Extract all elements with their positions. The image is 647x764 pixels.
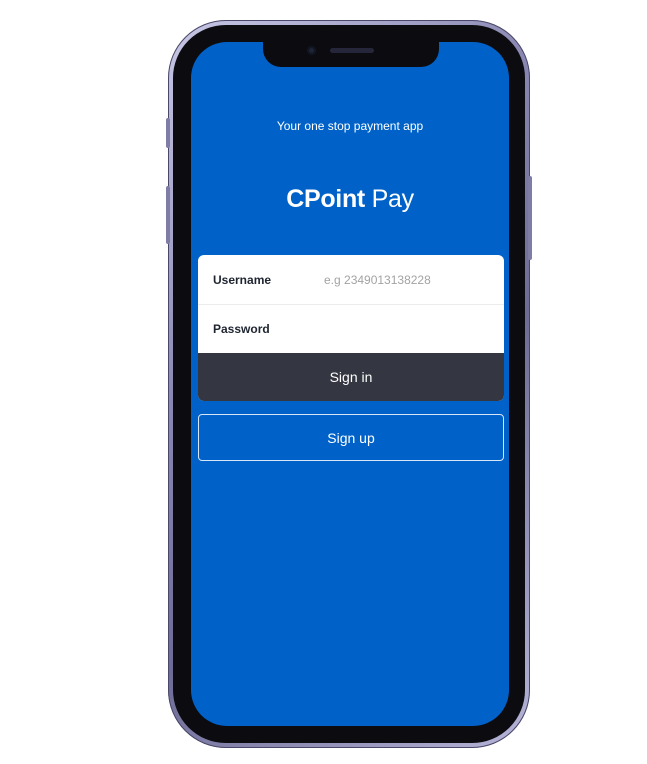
side-button-left-lower	[166, 186, 170, 244]
side-button-left-upper	[166, 118, 170, 148]
brand-name-light: Pay	[371, 185, 414, 213]
app-tagline: Your one stop payment app	[276, 119, 424, 133]
password-row: Password	[198, 304, 504, 353]
earpiece-speaker	[330, 48, 374, 53]
notch	[263, 42, 439, 67]
side-button-right	[528, 176, 532, 260]
sign-up-label: Sign up	[327, 429, 375, 446]
sign-in-button[interactable]: Sign in	[198, 353, 504, 401]
front-camera-icon	[307, 46, 316, 55]
sign-up-button[interactable]: Sign up	[198, 414, 504, 461]
app-logo: CPoint Pay	[191, 185, 509, 214]
username-input[interactable]	[324, 272, 494, 287]
username-label: Username	[213, 272, 272, 287]
password-input[interactable]	[324, 321, 494, 336]
phone-screen: Your one stop payment app CPoint Pay Use…	[191, 42, 509, 726]
brand-name-bold: CPoint	[286, 185, 365, 213]
login-form: Username Password Sign in	[198, 255, 504, 401]
password-label: Password	[213, 321, 270, 336]
sign-in-label: Sign in	[329, 369, 373, 385]
username-row: Username	[198, 255, 504, 305]
